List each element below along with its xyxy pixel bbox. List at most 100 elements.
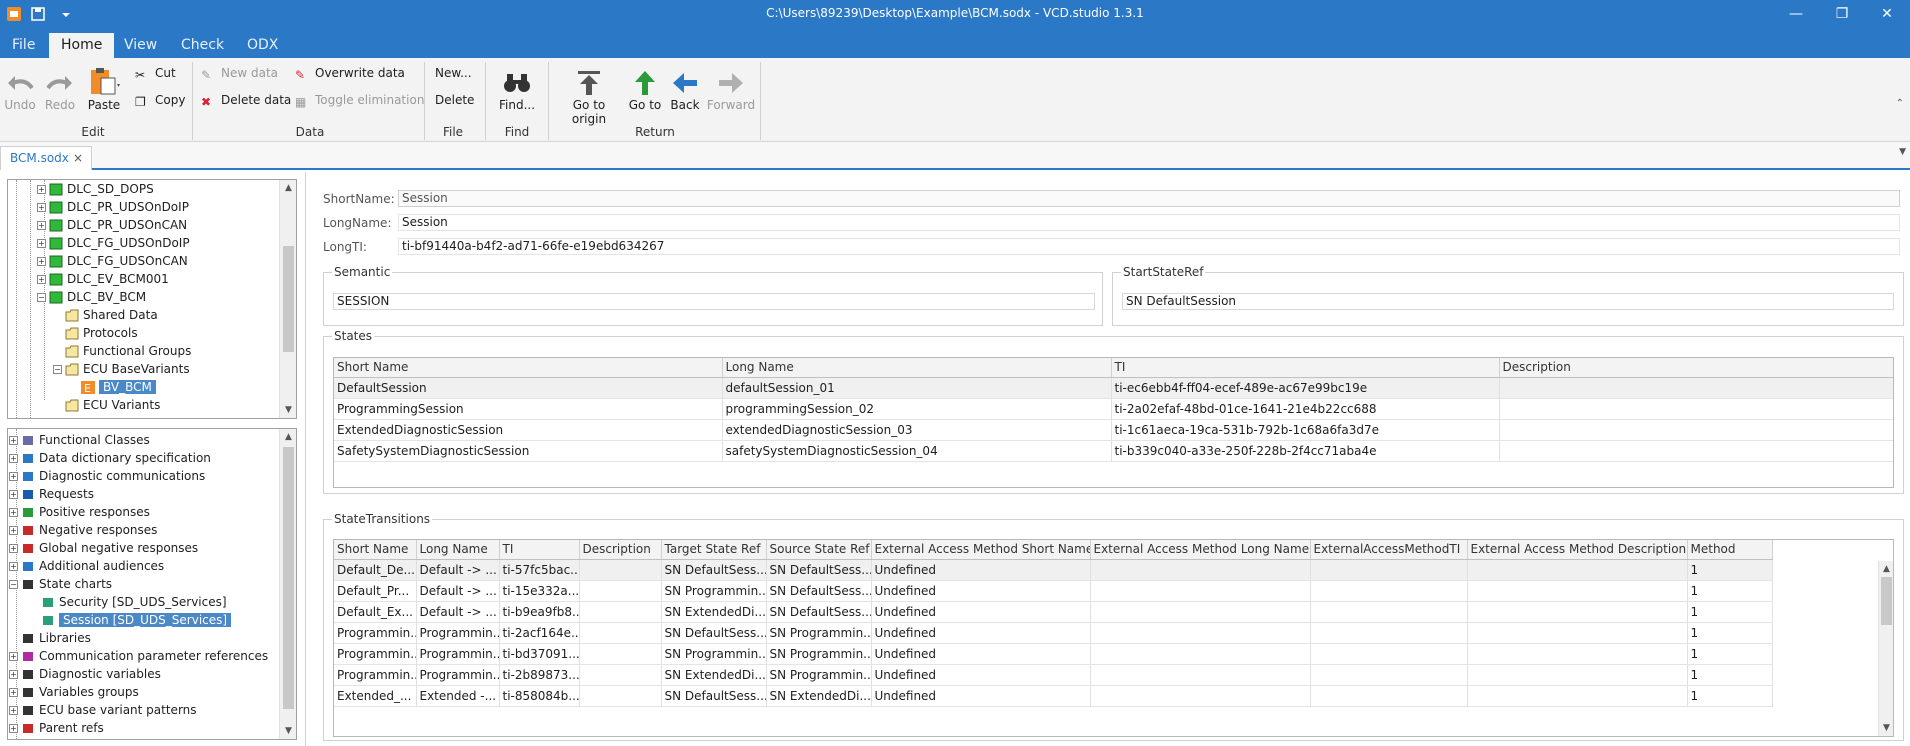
table-row[interactable]: Default_De... Default -> ... ti-57fc5bac..… (334, 559, 1773, 581)
column-header[interactable]: Source State Ref (766, 540, 872, 560)
semantic-field[interactable]: SESSION (333, 293, 1095, 310)
expand-toggle-icon[interactable]: + (9, 562, 18, 571)
table-cell[interactable]: Default -> ... (416, 559, 500, 581)
tree-item[interactable]: E BV_BCM (69, 378, 156, 396)
table-cell[interactable]: Programmin... (416, 664, 500, 686)
table-cell[interactable]: 1 (1687, 622, 1773, 644)
scroll-up-icon[interactable]: ▲ (1879, 561, 1893, 577)
table-row[interactable]: Default_Pr... Default -> ... ti-15e332a...… (334, 580, 1773, 602)
table-cell[interactable]: extendedDiagnosticSession_03 (722, 419, 1112, 441)
table-cell[interactable] (1467, 580, 1688, 602)
start-state-field[interactable]: SN DefaultSession (1122, 293, 1894, 310)
table-row[interactable]: ExtendedDiagnosticSession extendedDiagnos… (334, 419, 1893, 441)
toggle-elimination-button[interactable]: ▦ Toggle elimination (295, 91, 424, 109)
tree-item[interactable]: + Data dictionary specification (9, 449, 211, 467)
table-cell[interactable]: Undefined (871, 601, 1091, 623)
table-row[interactable]: Programmin... Programmin... ti-2b89873... S… (334, 664, 1773, 686)
tab-list-dropdown-icon[interactable]: ▼ (1899, 147, 1906, 157)
table-cell[interactable]: ti-2b89873... (499, 664, 580, 686)
table-cell[interactable] (1499, 398, 1893, 420)
tree-item[interactable]: + DLC_PR_UDSOnCAN (37, 216, 187, 234)
scroll-down-icon[interactable]: ▼ (280, 402, 296, 418)
expand-toggle-icon[interactable]: + (9, 724, 18, 733)
expand-toggle-icon[interactable]: + (9, 508, 18, 517)
scroll-down-icon[interactable]: ▼ (280, 723, 296, 739)
table-cell[interactable] (579, 601, 662, 623)
short-name-field[interactable]: Session (398, 190, 1900, 207)
tree-item[interactable]: + Communication parameter references (9, 647, 268, 665)
table-cell[interactable]: Default_De... (334, 559, 417, 581)
table-cell[interactable] (1499, 440, 1893, 462)
table-cell[interactable]: SN DefaultSess... (661, 685, 767, 707)
scroll-up-icon[interactable]: ▲ (280, 180, 296, 196)
table-cell[interactable]: Programmin... (416, 622, 500, 644)
expand-toggle-icon[interactable]: + (37, 239, 46, 248)
tree-scrollbar[interactable]: ▲ ▼ (279, 429, 296, 739)
table-cell[interactable] (579, 622, 662, 644)
table-cell[interactable]: SN DefaultSess... (661, 622, 767, 644)
undo-button[interactable]: Undo (2, 68, 38, 112)
table-cell[interactable]: ti-57fc5bac... (499, 559, 580, 581)
tree-item[interactable]: − State charts (9, 575, 112, 593)
tree-item[interactable]: ECU Variants (53, 396, 160, 414)
copy-button[interactable]: ❐ Copy (135, 91, 185, 109)
table-cell[interactable] (1467, 643, 1688, 665)
go-to-button[interactable]: Go to (626, 68, 664, 112)
tree-item[interactable]: + Functional Classes (9, 431, 150, 449)
column-header[interactable]: Description (579, 540, 662, 560)
table-cell[interactable]: 1 (1687, 601, 1773, 623)
table-cell[interactable]: ti-ec6ebb4f-ff04-ecef-489e-ac67e99bc19e (1111, 377, 1500, 399)
table-cell[interactable]: SN DefaultSess... (766, 580, 872, 602)
column-header[interactable]: Short Name (334, 358, 723, 378)
expand-toggle-icon[interactable]: + (9, 490, 18, 499)
table-row[interactable]: Extended_... Extended -... ti-858084b... SN… (334, 685, 1773, 707)
table-cell[interactable] (1467, 601, 1688, 623)
column-header[interactable]: External Access Method Long Name (1090, 540, 1311, 560)
table-cell[interactable]: ti-15e332a... (499, 580, 580, 602)
table-cell[interactable] (1310, 685, 1468, 707)
scrollbar-thumb[interactable] (283, 246, 294, 352)
table-cell[interactable]: SN Programmin... (766, 622, 872, 644)
table-cell[interactable]: ti-1c61aeca-19ca-531b-792b-1c68a6fa3d7e (1111, 419, 1500, 441)
tree-item[interactable]: Functional Groups (53, 342, 191, 360)
column-header[interactable]: Long Name (416, 540, 500, 560)
expand-toggle-icon[interactable]: + (9, 472, 18, 481)
table-cell[interactable]: Undefined (871, 643, 1091, 665)
expand-toggle-icon[interactable]: + (37, 275, 46, 284)
tree-item[interactable]: + Diagnostic variables (9, 665, 161, 683)
table-cell[interactable]: SN DefaultSess... (661, 559, 767, 581)
table-cell[interactable] (579, 685, 662, 707)
table-row[interactable]: Programmin... Programmin... ti-2acf164e...… (334, 622, 1773, 644)
table-cell[interactable] (1467, 685, 1688, 707)
table-cell[interactable]: ti-2a02efaf-48bd-01ce-1641-21e4b22cc688 (1111, 398, 1500, 420)
back-button[interactable]: Back (668, 68, 702, 112)
overwrite-data-button[interactable]: ✎ Overwrite data (295, 64, 405, 82)
table-cell[interactable] (1090, 622, 1311, 644)
long-name-field[interactable]: Session (398, 214, 1900, 231)
minimize-button[interactable]: — (1773, 0, 1819, 28)
table-cell[interactable] (1090, 601, 1311, 623)
tree-item[interactable]: + Variables groups (9, 683, 139, 701)
tree-item[interactable]: + DLC_EV_BCM001 (37, 270, 169, 288)
table-row[interactable]: Programmin... Programmin... ti-bd37091... S… (334, 643, 1773, 665)
close-tab-icon[interactable]: × (73, 147, 83, 169)
table-cell[interactable] (1499, 377, 1893, 399)
ribbon-collapse-icon[interactable]: ⌃ (1896, 98, 1904, 109)
table-cell[interactable] (1090, 580, 1311, 602)
table-cell[interactable]: SN ExtendedDi... (766, 685, 872, 707)
column-header[interactable]: Long Name (722, 358, 1112, 378)
tree-scrollbar[interactable]: ▲ ▼ (279, 180, 296, 418)
table-cell[interactable] (1090, 685, 1311, 707)
table-cell[interactable] (579, 664, 662, 686)
table-cell[interactable]: Undefined (871, 580, 1091, 602)
expand-toggle-icon[interactable]: + (9, 670, 18, 679)
table-cell[interactable] (579, 580, 662, 602)
table-cell[interactable]: ProgrammingSession (334, 398, 723, 420)
table-cell[interactable]: SN ExtendedDi... (661, 601, 767, 623)
table-cell[interactable]: ti-b339c040-a33e-250f-228b-2f4cc71aba4e (1111, 440, 1500, 462)
delete-data-button[interactable]: ✖ Delete data (201, 91, 291, 109)
scroll-down-icon[interactable]: ▼ (1879, 720, 1893, 736)
table-cell[interactable] (1310, 643, 1468, 665)
find-button[interactable]: Find... (494, 68, 540, 112)
table-cell[interactable]: 1 (1687, 559, 1773, 581)
